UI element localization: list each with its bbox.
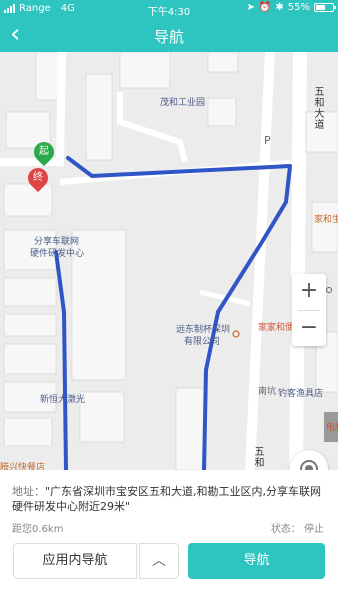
in-app-navigation-button[interactable]: 应用内导航 <box>13 543 137 579</box>
page-title: 导航 <box>153 28 184 46</box>
address-value: "广东省深圳市宝安区五和大道,和勘工业区内,分享车联网硬件研发中心附近29米" <box>12 485 322 513</box>
location-arrow-icon: ➤ <box>246 2 255 13</box>
nav-bar: ‹ 导航 <box>0 18 338 52</box>
zoom-controls: + − <box>292 274 326 346</box>
zoom-in-button[interactable]: + <box>292 274 326 310</box>
status-text: 状态： 停止 <box>270 524 324 535</box>
map-label-fishing: 钓客渔具店 <box>278 389 324 399</box>
bluetooth-icon: ✱ <box>275 2 284 13</box>
map-label-nankeng: 南坑 <box>258 387 277 397</box>
start-marker[interactable]: 起 <box>29 137 59 167</box>
map-label-building-line2: 硬件研发中心 <box>30 249 85 259</box>
plus-icon[interactable]: + <box>300 278 318 303</box>
distance-text: 距您0.6km <box>12 524 64 535</box>
chevron-up-icon[interactable]: ︿ <box>152 553 166 569</box>
map-label-park: 茂和工业园 <box>160 98 206 108</box>
map-label-store-right: 家和生 <box>314 215 338 225</box>
map-label-laser: 新恒大激光 <box>40 395 86 405</box>
map-label-road-bottom: 五和 <box>252 446 263 468</box>
navigate-button[interactable]: 导航 <box>188 543 325 579</box>
zoom-out-button[interactable]: − <box>292 311 326 347</box>
expand-button[interactable]: ︿ <box>139 543 179 579</box>
status-bar: Range 4G 下午4:30 ➤ ⏰ ✱ 55% <box>0 0 338 18</box>
minus-icon[interactable]: − <box>300 315 318 340</box>
address-text: 地址："广东省深圳市宝安区五和大道,和勘工业区内,分享车联网硬件研发中心附近29… <box>12 484 326 514</box>
map-view[interactable]: 起 终 茂和工业园 P 五和大道 家和生 分享车联网 硬件研发中心 远东制杯深圳… <box>0 52 338 470</box>
address-label: 地址： <box>12 485 45 498</box>
end-marker[interactable]: 终 <box>23 163 53 193</box>
alarm-icon: ⏰ <box>258 2 272 13</box>
info-panel: 地址："广东省深圳市宝安区五和大道,和勘工业区内,分享车联网硬件研发中心附近29… <box>0 470 338 600</box>
map-canvas <box>0 52 338 470</box>
map-label-factory-line2: 有限公司 <box>184 337 221 347</box>
map-label-partial-right: 电脑 <box>326 423 338 433</box>
map-label-road-top: 五和大道 <box>312 86 323 130</box>
battery-icon <box>314 3 336 12</box>
map-label-express: 腾兴快餐店 <box>0 463 46 470</box>
map-label-parking: P <box>264 134 271 147</box>
battery-percent: 55% <box>287 2 310 13</box>
